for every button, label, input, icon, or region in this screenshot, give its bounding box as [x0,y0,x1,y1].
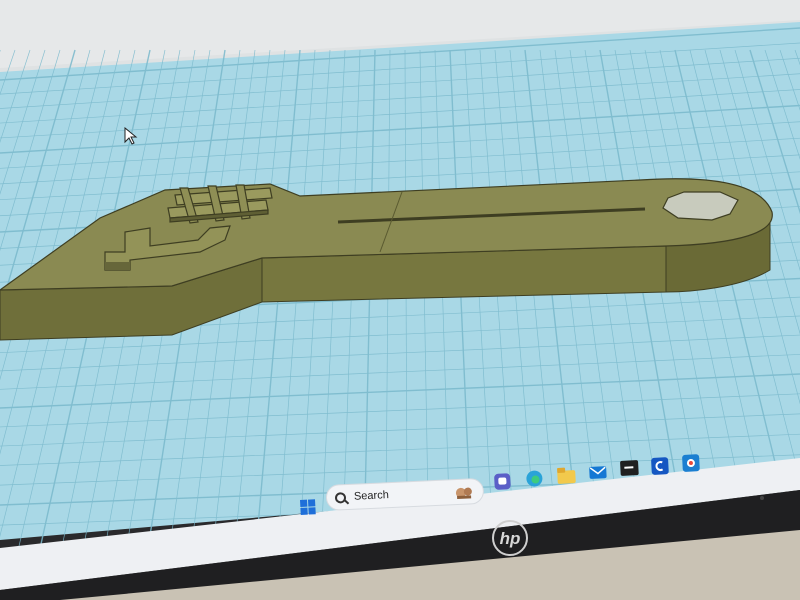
photo-scene: hp [0,0,800,600]
webcam-led [760,496,764,500]
search-icon [334,491,347,504]
search-highlight-icon [455,487,472,500]
search-label: Search [353,489,390,503]
app-e-icon[interactable] [682,454,700,472]
mail-icon[interactable] [589,466,607,479]
app-c-icon[interactable] [651,457,669,475]
svg-text:hp: hp [500,529,521,548]
wrench-jaw-shadow [105,262,130,270]
terminal-icon[interactable] [620,460,639,476]
teams-chat-icon[interactable] [494,473,511,490]
